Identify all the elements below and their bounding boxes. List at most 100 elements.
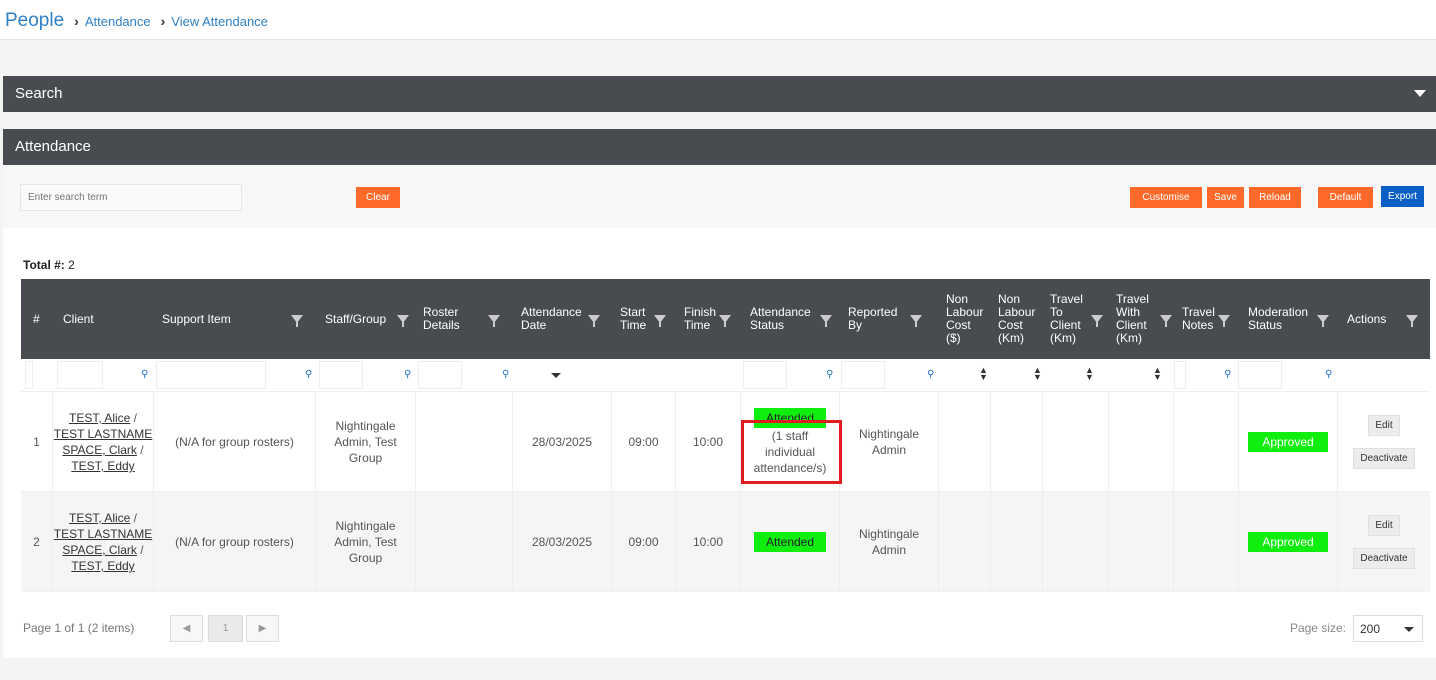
cell-reported-by: Nightingale Admin xyxy=(840,392,939,492)
client-link[interactable]: TEST LASTNAME SPACE, Clark xyxy=(54,527,152,557)
filter-input-reported-by[interactable] xyxy=(841,361,885,389)
filter-icon[interactable] xyxy=(291,315,303,327)
moderation-badge: Approved xyxy=(1248,532,1328,552)
col-header-travel-with-client[interactable]: Travel With Client (Km) xyxy=(1116,279,1161,359)
client-link[interactable]: TEST, Eddy xyxy=(71,559,134,573)
col-header-start-time[interactable]: Start Time xyxy=(620,279,655,359)
filter-icon[interactable] xyxy=(1406,315,1418,327)
cell-roster-details xyxy=(416,492,513,592)
col-header-non-labour-cost[interactable]: Non Labour Cost ($) xyxy=(946,279,986,359)
chevron-right-icon: › xyxy=(74,13,79,29)
col-header-moderation-status[interactable]: Moderation Status xyxy=(1248,279,1318,359)
spinner-icon[interactable]: ▲ ▼ xyxy=(1153,366,1162,382)
filter-input-num[interactable] xyxy=(25,361,33,389)
clear-button[interactable]: Clear xyxy=(356,187,400,208)
col-header-non-labour-km[interactable]: Non Labour Cost (Km) xyxy=(998,279,1038,359)
reload-button[interactable]: Reload xyxy=(1249,187,1301,208)
filter-icon[interactable] xyxy=(910,315,922,327)
grid-search-input[interactable] xyxy=(20,184,242,211)
col-header-reported-by[interactable]: Reported By xyxy=(848,279,908,359)
breadcrumb-attendance[interactable]: Attendance xyxy=(85,14,151,29)
col-header-attendance-status[interactable]: Attendance Status xyxy=(750,279,820,359)
col-header-client[interactable]: Client xyxy=(63,279,94,359)
col-header-support-item[interactable]: Support Item xyxy=(162,279,262,359)
filter-icon[interactable] xyxy=(719,315,731,327)
filter-icon[interactable] xyxy=(1091,315,1103,327)
caret-down-icon[interactable] xyxy=(1414,90,1426,97)
filter-icon[interactable] xyxy=(397,315,409,327)
status-badge: Attended xyxy=(753,532,827,552)
top-bar: People › Attendance › View Attendance xyxy=(0,0,1436,40)
cell-moderation-status: Approved xyxy=(1239,392,1338,492)
page-size-value: 200 xyxy=(1360,622,1381,636)
filter-input-client[interactable] xyxy=(57,361,103,389)
cell-finish-time: 10:00 xyxy=(676,492,741,592)
filter-pin-icon[interactable]: ⚲ xyxy=(305,369,312,380)
filter-icon[interactable] xyxy=(488,315,500,327)
breadcrumb-view-attendance[interactable]: View Attendance xyxy=(171,14,268,29)
filter-pin-icon[interactable]: ⚲ xyxy=(141,369,148,380)
filter-icon[interactable] xyxy=(654,315,666,327)
next-page-button[interactable]: ▶ xyxy=(246,615,279,642)
filter-pin-icon[interactable]: ⚲ xyxy=(1325,369,1332,380)
prev-page-button[interactable]: ◀ xyxy=(170,615,203,642)
spinner-icon[interactable]: ▲ ▼ xyxy=(1033,366,1042,382)
highlight-box xyxy=(741,420,842,484)
cell-travel-to-client xyxy=(1043,492,1109,592)
deactivate-button[interactable]: Deactivate xyxy=(1353,448,1415,469)
col-header-travel-to-client[interactable]: Travel To Client (Km) xyxy=(1050,279,1095,359)
client-link[interactable]: TEST, Alice xyxy=(69,411,130,425)
edit-button[interactable]: Edit xyxy=(1368,415,1400,436)
spinner-icon[interactable]: ▲ ▼ xyxy=(979,366,988,382)
client-link[interactable]: TEST, Alice xyxy=(69,511,130,525)
deactivate-button[interactable]: Deactivate xyxy=(1353,548,1415,569)
cell-staff-group: Nightingale Admin, Test Group xyxy=(316,392,416,492)
filter-input-staff-group[interactable] xyxy=(319,361,363,389)
filter-input-moderation-status[interactable] xyxy=(1238,361,1282,389)
caret-down-icon[interactable] xyxy=(551,373,561,378)
cell-travel-with-client xyxy=(1109,492,1174,592)
page-number-button[interactable]: 1 xyxy=(208,615,243,642)
filter-pin-icon[interactable]: ⚲ xyxy=(1224,369,1231,380)
filter-icon[interactable] xyxy=(820,315,832,327)
cell-start-time: 09:00 xyxy=(612,492,676,592)
col-header-attendance-date[interactable]: Attendance Date xyxy=(521,279,591,359)
total-value: 2 xyxy=(68,258,75,272)
cell-support-item: (N/A for group rosters) xyxy=(154,492,316,592)
search-section-title: Search xyxy=(15,85,63,102)
col-header-num: # xyxy=(33,311,40,326)
col-header-staff-group[interactable]: Staff/Group xyxy=(325,279,386,359)
spinner-icon[interactable]: ▲ ▼ xyxy=(1085,366,1094,382)
filter-input-support-item[interactable] xyxy=(156,361,266,389)
customise-button[interactable]: Customise xyxy=(1130,187,1202,208)
search-section-header[interactable]: Search xyxy=(3,76,1436,112)
filter-icon[interactable] xyxy=(588,315,600,327)
filter-input-travel-notes[interactable] xyxy=(1174,361,1186,389)
client-link[interactable]: TEST, Eddy xyxy=(71,459,134,473)
save-button[interactable]: Save xyxy=(1207,187,1244,208)
col-header-roster-details[interactable]: Roster Details xyxy=(423,279,468,359)
default-button[interactable]: Default xyxy=(1318,187,1373,208)
edit-button[interactable]: Edit xyxy=(1368,515,1400,536)
cell-start-time: 09:00 xyxy=(612,392,676,492)
page-size-select[interactable]: 200 xyxy=(1353,615,1423,642)
cell-attendance-status: Attended xyxy=(741,492,840,592)
col-header-finish-time[interactable]: Finish Time xyxy=(684,279,719,359)
filter-icon[interactable] xyxy=(1160,315,1172,327)
export-button[interactable]: Export xyxy=(1381,186,1424,207)
cell-moderation-status: Approved xyxy=(1239,492,1338,592)
breadcrumb-root[interactable]: People xyxy=(5,10,64,32)
filter-input-attendance-status[interactable] xyxy=(743,361,787,389)
filter-icon[interactable] xyxy=(1317,315,1329,327)
col-header-actions[interactable]: Actions xyxy=(1347,279,1386,359)
client-link[interactable]: TEST LASTNAME SPACE, Clark xyxy=(54,427,152,457)
filter-icon[interactable] xyxy=(1218,315,1230,327)
filter-pin-icon[interactable]: ⚲ xyxy=(927,369,934,380)
filter-pin-icon[interactable]: ⚲ xyxy=(502,369,509,380)
chevron-right-icon: › xyxy=(160,13,166,29)
filter-pin-icon[interactable]: ⚲ xyxy=(404,369,411,380)
filter-input-roster-details[interactable] xyxy=(418,361,462,389)
total-count: Total #: 2 xyxy=(23,258,75,272)
filter-pin-icon[interactable]: ⚲ xyxy=(826,369,833,380)
cell-staff-group: Nightingale Admin, Test Group xyxy=(316,492,416,592)
